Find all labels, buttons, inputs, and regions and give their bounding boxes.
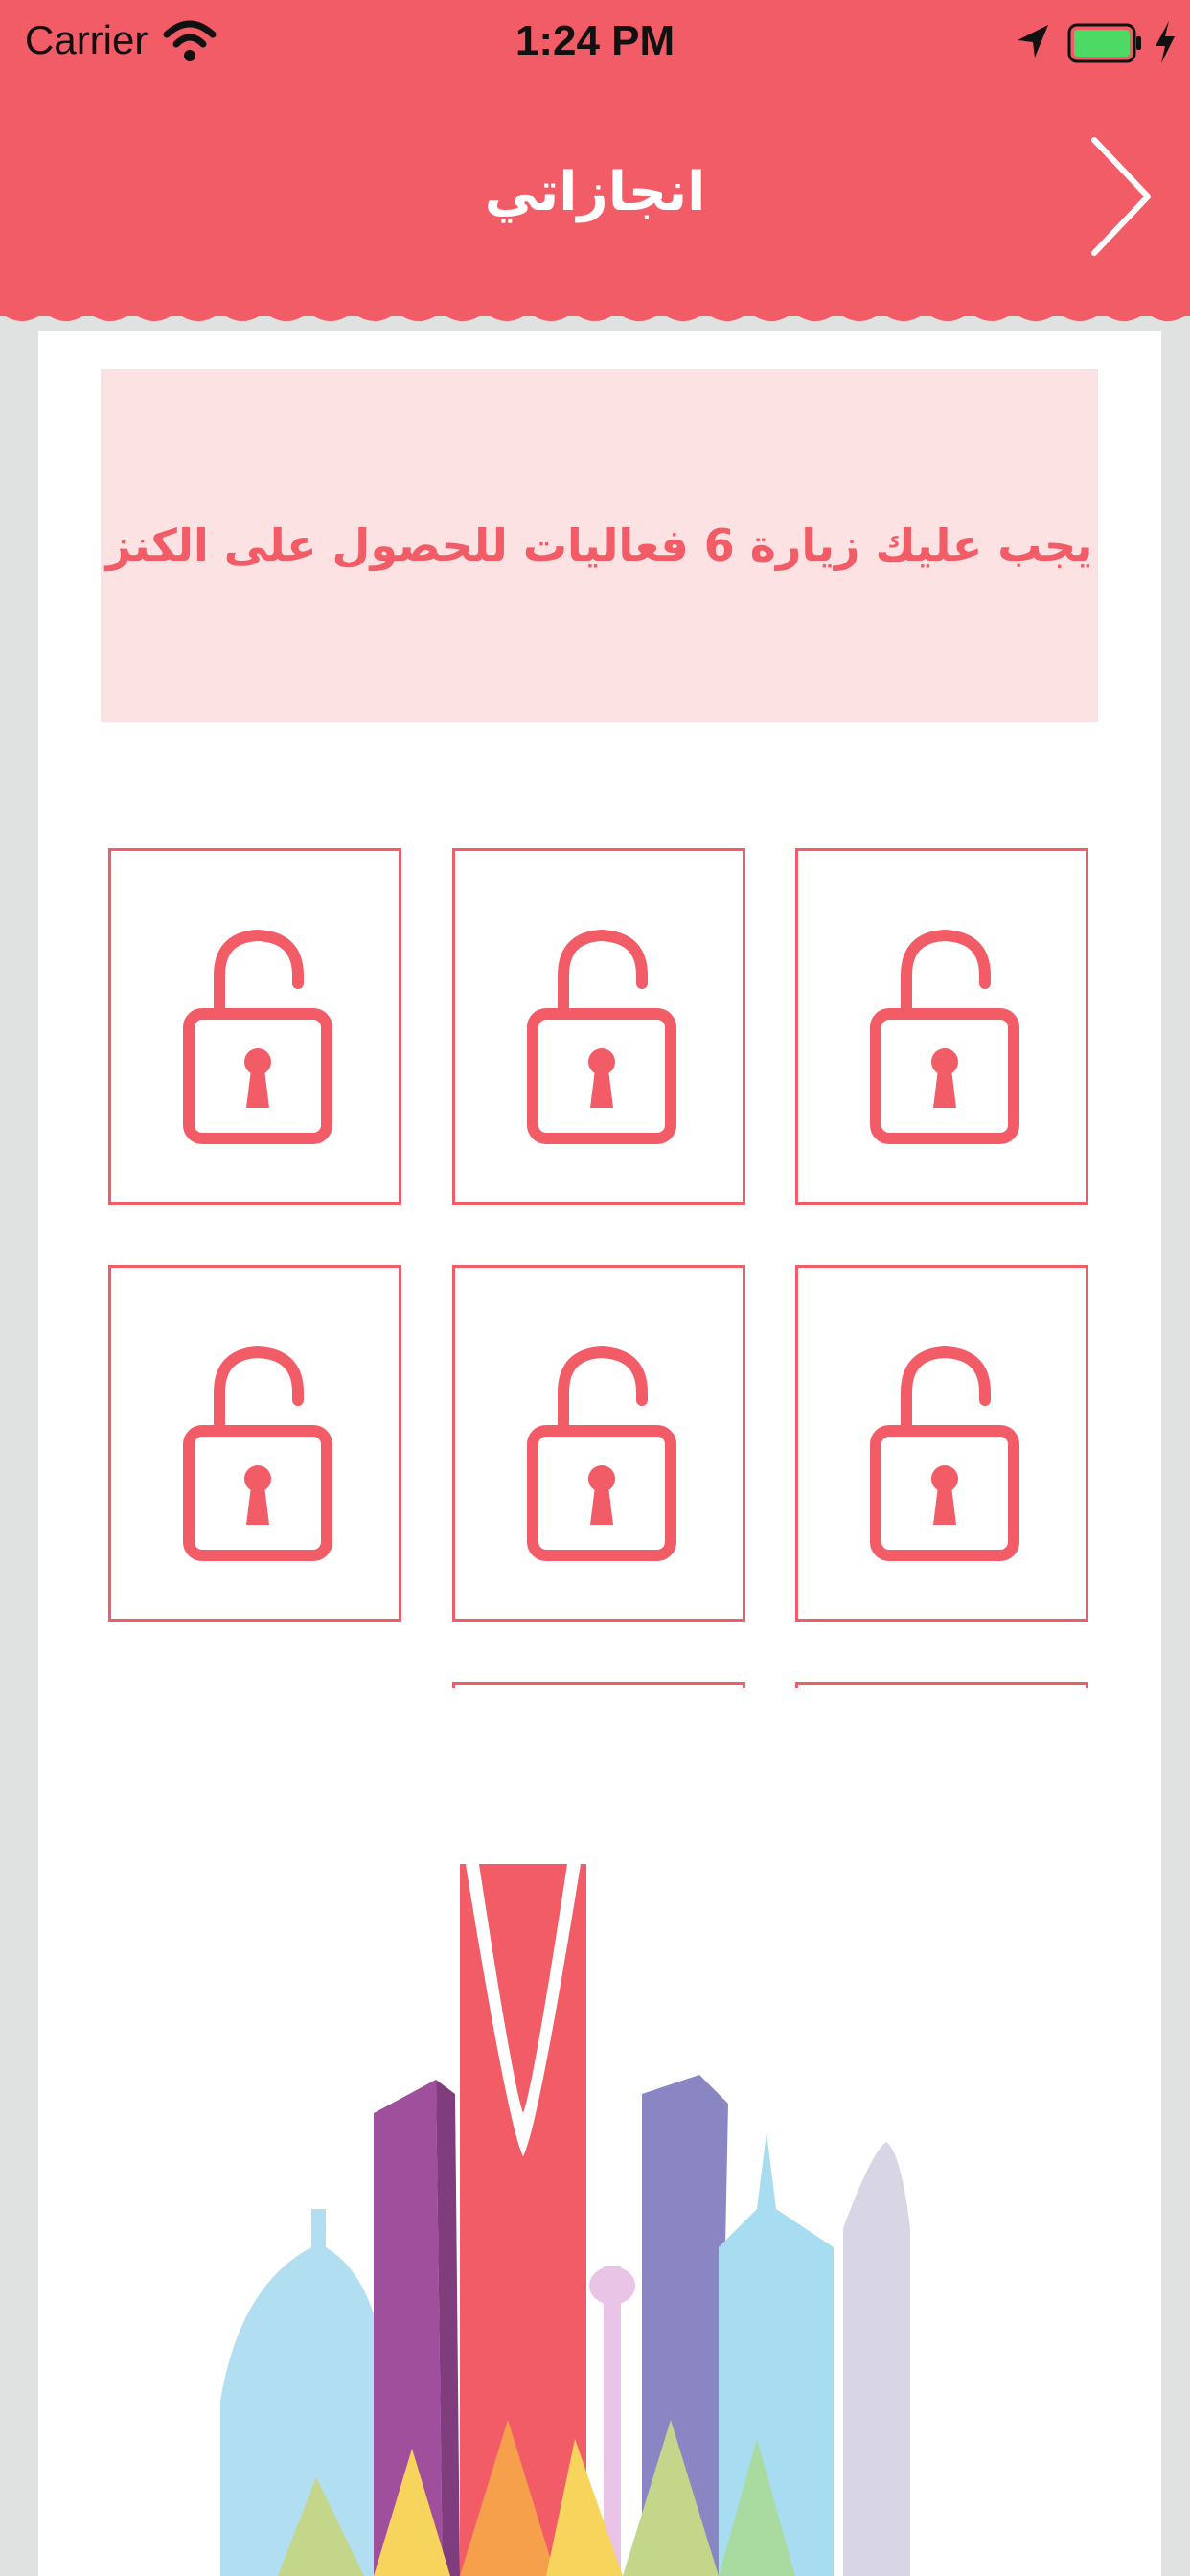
battery-icon xyxy=(1067,23,1141,63)
achievement-tile-partial[interactable] xyxy=(452,1682,745,1688)
back-chevron-icon[interactable] xyxy=(1088,134,1156,259)
achievement-tile-locked[interactable] xyxy=(108,848,401,1205)
unlocked-padlock-icon xyxy=(525,1335,678,1565)
unlocked-padlock-icon xyxy=(868,1335,1021,1565)
achievement-tile-partial[interactable] xyxy=(795,1682,1088,1688)
page-title: انجازاتي xyxy=(484,161,706,223)
unlocked-padlock-icon xyxy=(525,918,678,1148)
unlocked-padlock-icon xyxy=(868,918,1021,1148)
app-header: Carrier 1:24 PM انجازاتي xyxy=(0,0,1190,321)
location-arrow-icon xyxy=(1018,25,1048,58)
header-wave-edge xyxy=(0,305,1190,321)
achievements-card: يجب عليك زيارة 6 فعاليات للحصول على الكن… xyxy=(38,331,1161,2576)
unlocked-padlock-icon xyxy=(181,1335,334,1565)
riyadh-skyline-illustration xyxy=(220,1864,910,2576)
status-bar: Carrier 1:24 PM xyxy=(0,0,1190,86)
achievement-tile-locked[interactable] xyxy=(108,1265,401,1622)
achievement-tile-locked[interactable] xyxy=(452,848,745,1205)
achievement-tile-locked[interactable] xyxy=(795,848,1088,1205)
achievement-tile-locked[interactable] xyxy=(795,1265,1088,1622)
charging-bolt-icon xyxy=(1156,21,1175,63)
banner-message: يجب عليك زيارة 6 فعاليات للحصول على الكن… xyxy=(105,519,1093,571)
unlocked-padlock-icon xyxy=(181,918,334,1148)
clock: 1:24 PM xyxy=(515,17,675,64)
achievement-tile-locked[interactable] xyxy=(452,1265,745,1622)
info-banner: يجب عليك زيارة 6 فعاليات للحصول على الكن… xyxy=(101,369,1098,722)
